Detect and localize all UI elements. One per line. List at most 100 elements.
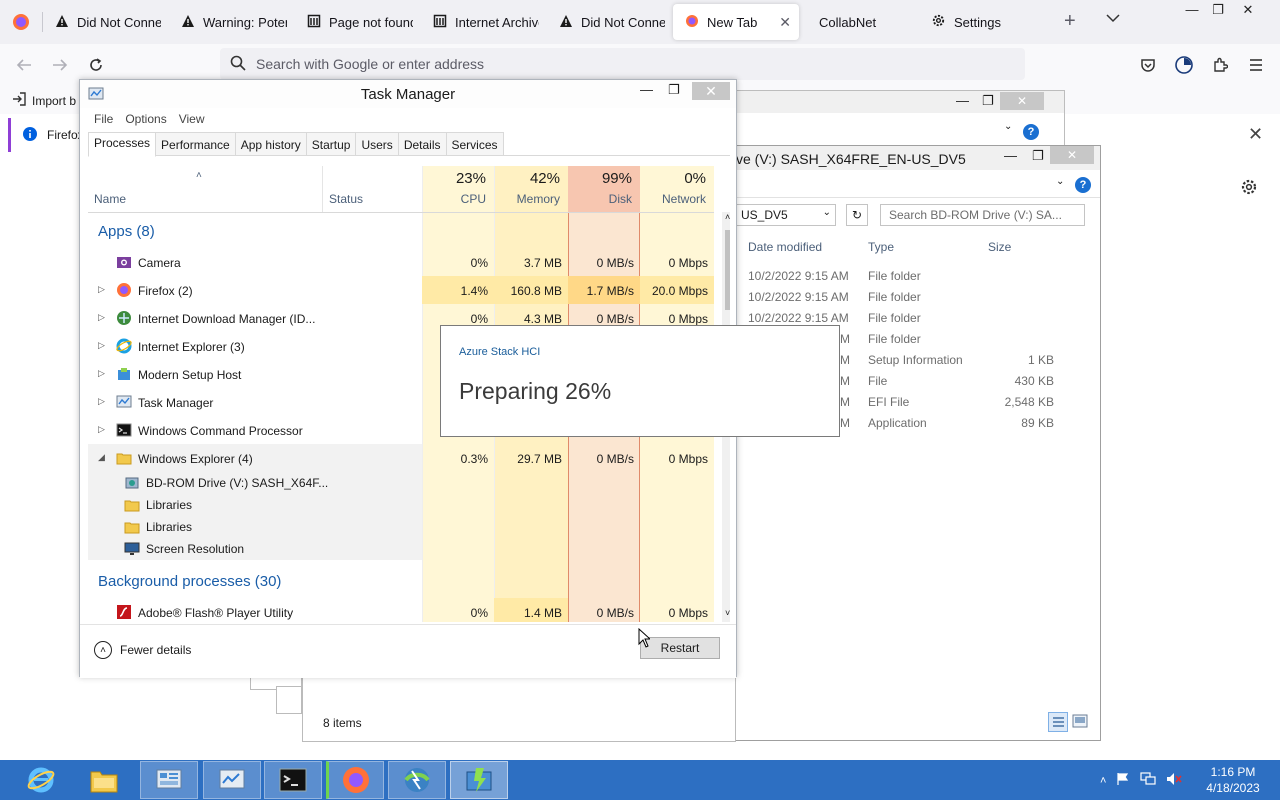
expand-arrow-icon[interactable]: ▷ xyxy=(98,368,105,379)
firefox-menu-icon[interactable] xyxy=(0,0,42,44)
browser-tab[interactable]: Did Not Connect: xyxy=(43,4,169,40)
volume-muted-icon[interactable] xyxy=(1166,772,1183,789)
taskbar-setup-icon[interactable] xyxy=(450,761,508,799)
browser-tab-active[interactable]: New Tab ✕ xyxy=(673,4,799,40)
maximize-button[interactable]: ❐ xyxy=(1032,148,1044,164)
taskbar-task-manager-icon[interactable] xyxy=(203,761,261,799)
minimize-button[interactable]: — xyxy=(1004,148,1017,163)
menu-file[interactable]: File xyxy=(94,112,113,126)
tab-list-chevron-icon[interactable] xyxy=(1106,12,1120,26)
close-button[interactable]: ✕ xyxy=(1232,0,1264,22)
browser-tab[interactable]: Page not found xyxy=(295,4,421,40)
process-row[interactable]: Adobe® Flash® Player Utility 0% 1.4 MB 0… xyxy=(88,598,714,622)
account-icon[interactable] xyxy=(1172,54,1196,76)
clock[interactable]: 1:16 PM 4/18/2023 xyxy=(1198,764,1268,796)
maximize-button[interactable]: ❐ xyxy=(1202,0,1234,22)
close-button[interactable]: ✕ xyxy=(1000,92,1044,110)
apps-group-header[interactable]: Apps (8) xyxy=(98,223,155,240)
hamburger-menu-icon[interactable] xyxy=(1244,54,1268,76)
collapse-arrow-icon[interactable]: ◢ xyxy=(98,452,105,463)
close-button[interactable]: ✕ xyxy=(692,82,730,100)
column-memory[interactable]: 42% Memory xyxy=(494,166,568,212)
tab-app-history[interactable]: App history xyxy=(234,132,307,155)
child-process-row[interactable]: Libraries xyxy=(88,494,714,516)
child-process-row[interactable]: Screen Resolution xyxy=(88,538,714,560)
browser-tab[interactable]: Internet Archive xyxy=(421,4,547,40)
maximize-button[interactable]: ❐ xyxy=(982,93,994,109)
background-group-header[interactable]: Background processes (30) xyxy=(98,573,281,590)
column-type[interactable]: Type xyxy=(868,240,894,254)
scroll-up-icon[interactable]: ˄ xyxy=(725,212,730,222)
address-bar[interactable] xyxy=(220,48,1025,80)
browser-tab[interactable]: Did Not Connect: xyxy=(547,4,673,40)
pocket-icon[interactable] xyxy=(1136,54,1160,76)
process-row[interactable]: Camera 0% 3.7 MB 0 MB/s 0 Mbps xyxy=(88,248,714,276)
explorer-window-back[interactable]: — ❐ ✕ ⌄ ? xyxy=(735,90,1065,150)
refresh-icon[interactable]: ↻ xyxy=(846,204,868,226)
forward-arrow-icon[interactable] xyxy=(48,54,72,76)
help-icon[interactable]: ? xyxy=(1075,177,1091,193)
minimize-button[interactable]: — xyxy=(956,93,969,108)
expand-arrow-icon[interactable]: ▷ xyxy=(98,312,105,323)
reload-icon[interactable] xyxy=(84,54,108,76)
address-field[interactable]: US_DV5 ⌄ xyxy=(736,204,836,226)
close-notification-icon[interactable]: ✕ xyxy=(1248,124,1263,145)
maximize-button[interactable]: ❐ xyxy=(668,82,680,98)
column-status[interactable]: Status xyxy=(322,166,422,212)
restart-button[interactable]: Restart xyxy=(640,637,720,659)
menu-view[interactable]: View xyxy=(179,112,205,126)
process-row[interactable]: ▷ Firefox (2) 1.4% 160.8 MB 1.7 MB/s 20.… xyxy=(88,276,714,304)
scroll-thumb[interactable] xyxy=(725,230,730,310)
browser-tab[interactable]: Settings xyxy=(919,4,1039,40)
expand-arrow-icon[interactable]: ▷ xyxy=(98,396,105,407)
chevron-down-icon[interactable]: ⌄ xyxy=(823,207,831,218)
scroll-down-icon[interactable]: ˅ xyxy=(725,608,730,618)
taskbar-ie-icon[interactable] xyxy=(12,761,70,799)
expand-arrow-icon[interactable]: ▷ xyxy=(98,284,105,295)
chevron-down-icon[interactable]: ⌄ xyxy=(1004,121,1012,132)
tab-performance[interactable]: Performance xyxy=(155,132,236,155)
network-icon[interactable] xyxy=(1140,772,1157,789)
taskbar-file-explorer-icon[interactable] xyxy=(75,761,133,799)
taskbar-server-manager-icon[interactable] xyxy=(140,761,198,799)
browser-tab[interactable]: Warning: Potential xyxy=(169,4,295,40)
action-center-flag-icon[interactable] xyxy=(1116,772,1130,789)
customize-gear-icon[interactable] xyxy=(1240,178,1258,199)
back-arrow-icon[interactable] xyxy=(12,54,36,76)
search-field[interactable]: Search BD-ROM Drive (V:) SA... xyxy=(880,204,1085,226)
taskbar-cmd-icon[interactable] xyxy=(264,761,322,799)
taskbar-idm-icon[interactable] xyxy=(388,761,446,799)
column-disk[interactable]: 99% Disk xyxy=(568,166,640,212)
minimize-button[interactable]: — xyxy=(640,82,653,97)
tab-details[interactable]: Details xyxy=(397,132,447,155)
expand-arrow-icon[interactable]: ▷ xyxy=(98,424,105,435)
address-input[interactable] xyxy=(256,56,956,72)
expand-arrow-icon[interactable]: ▷ xyxy=(98,340,105,351)
fewer-details-button[interactable]: ˄ Fewer details xyxy=(94,641,191,659)
file-row[interactable]: 10/2/2022 9:15 AM File folder xyxy=(736,269,1100,290)
column-size[interactable]: Size xyxy=(988,240,1011,254)
column-name[interactable]: ˄ Name xyxy=(88,166,322,212)
taskbar-firefox-icon[interactable] xyxy=(326,761,384,799)
new-tab-button[interactable]: + xyxy=(1064,10,1076,33)
show-hidden-icons-icon[interactable]: ˄ xyxy=(1100,775,1106,787)
explorer-window[interactable]: ve (V:) SASH_X64FRE_EN-US_DV5 — ❐ ✕ ⌄ ? … xyxy=(735,145,1101,741)
import-bookmarks-link[interactable]: Import b xyxy=(12,92,76,109)
chevron-down-icon[interactable]: ⌄ xyxy=(1056,176,1064,187)
tab-processes[interactable]: Processes xyxy=(88,132,157,157)
tab-services[interactable]: Services xyxy=(445,132,504,155)
browser-tab[interactable]: CollabNet xyxy=(799,4,919,40)
menu-options[interactable]: Options xyxy=(125,112,166,126)
child-process-row[interactable]: Libraries xyxy=(88,516,714,538)
file-row[interactable]: 10/2/2022 9:15 AM File folder xyxy=(736,290,1100,311)
close-tab-icon[interactable]: ✕ xyxy=(779,14,791,31)
column-date-modified[interactable]: Date modified xyxy=(748,240,822,254)
large-icons-view-icon[interactable] xyxy=(1072,714,1088,728)
child-process-row[interactable]: BD-ROM Drive (V:) SASH_X64F... xyxy=(88,472,714,494)
extensions-icon[interactable] xyxy=(1208,54,1232,76)
close-button[interactable]: ✕ xyxy=(1050,146,1094,164)
details-view-icon[interactable] xyxy=(1048,712,1068,732)
tab-startup[interactable]: Startup xyxy=(305,132,357,155)
help-icon[interactable]: ? xyxy=(1023,124,1039,140)
column-network[interactable]: 0% Network xyxy=(640,166,714,212)
